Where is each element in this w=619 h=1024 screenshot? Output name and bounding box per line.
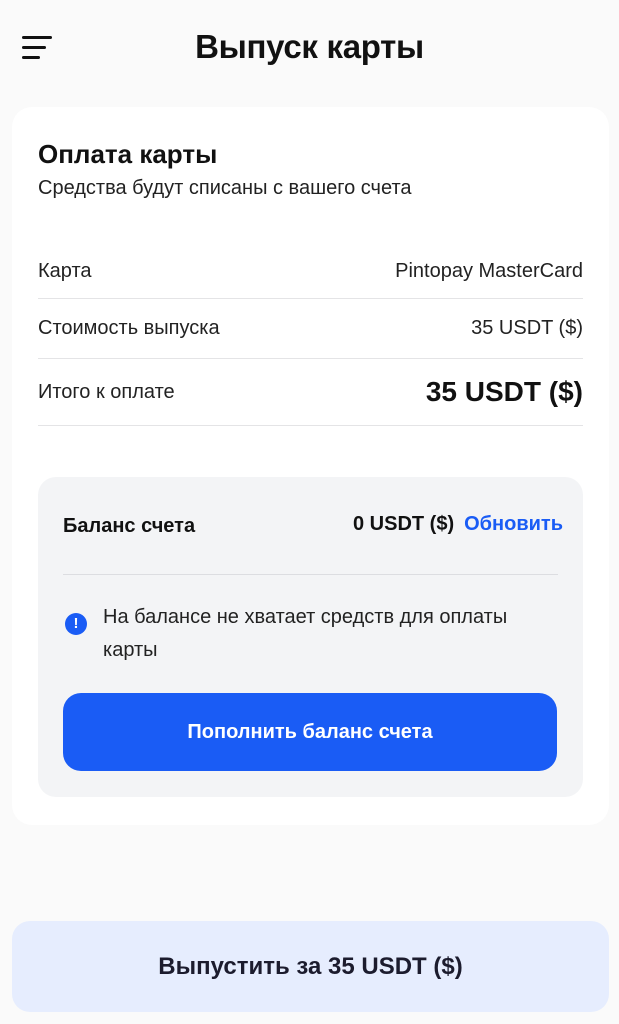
page-title: Выпуск карты (195, 28, 424, 65)
header: Выпуск карты (0, 0, 619, 100)
balance-right: 0 USDT ($) Обновить (353, 513, 563, 536)
cost-value: 35 USDT ($) (471, 317, 583, 339)
total-label: Итого к оплате (38, 380, 175, 403)
total-value: 35 USDT ($) (425, 376, 583, 407)
card-row: Карта Pintopay MasterCard (38, 245, 583, 299)
card-value: Pintopay MasterCard (395, 260, 583, 282)
card-label: Карта (38, 260, 92, 282)
total-row: Итого к оплате 35 USDT ($) (38, 359, 583, 426)
payment-card: Оплата карты Средства будут списаны с ва… (12, 107, 609, 825)
issue-card-button[interactable]: Выпустить за 35 USDT ($) (12, 921, 609, 1012)
balance-panel: Баланс счета 0 USDT ($) Обновить ! На ба… (38, 477, 583, 797)
payment-title: Оплата карты (38, 139, 218, 169)
topup-balance-button[interactable]: Пополнить баланс счета (63, 693, 557, 771)
balance-value: 0 USDT ($) (352, 513, 455, 535)
refresh-balance-link[interactable]: Обновить (464, 513, 563, 536)
cost-row: Стоимость выпуска 35 USDT ($) (38, 299, 583, 359)
insufficient-funds-warning: На балансе не хватает средств для оплаты… (103, 606, 508, 661)
divider (63, 574, 558, 575)
exclamation-circle-icon: ! (65, 613, 87, 635)
cost-label: Стоимость выпуска (38, 317, 220, 339)
payment-subtitle: Средства будут списаны с вашего счета (38, 177, 412, 199)
balance-label: Баланс счета (63, 515, 196, 537)
